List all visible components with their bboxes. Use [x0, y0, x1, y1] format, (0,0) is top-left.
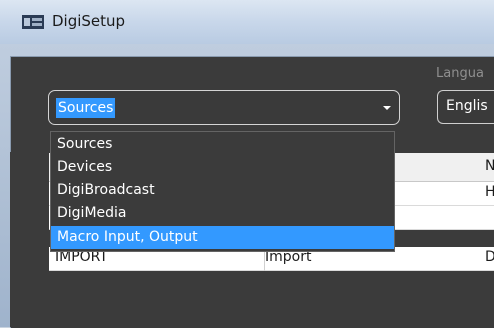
language-select[interactable]: Englis — [437, 90, 494, 124]
title-bar[interactable]: DigiSetup — [0, 0, 494, 44]
view-dropdown-list: Sources Devices DigiBroadcast DigiMedia … — [50, 131, 395, 252]
dropdown-item-digibroadcast[interactable]: DigiBroadcast — [51, 179, 394, 202]
chevron-down-icon[interactable] — [383, 106, 391, 110]
language-label: Langua — [436, 66, 484, 81]
app-icon — [22, 15, 44, 29]
table-cell: D — [485, 249, 494, 265]
dropdown-item-macro-input-output[interactable]: Macro Input, Output — [51, 226, 394, 249]
dropdown-item-devices[interactable]: Devices — [51, 156, 394, 179]
window-title: DigiSetup — [52, 12, 126, 30]
grid-header-cell[interactable]: N — [485, 158, 494, 174]
language-select-value: Englis — [446, 98, 488, 114]
left-panel — [10, 152, 49, 327]
view-select[interactable]: Sources — [48, 90, 400, 125]
view-select-value: Sources — [56, 98, 116, 118]
table-cell: H — [485, 184, 494, 200]
app-window: DigiSetup Langua Englis Sources N H IMPO… — [0, 0, 494, 328]
dropdown-item-digimedia[interactable]: DigiMedia — [51, 202, 394, 225]
dropdown-item-sources[interactable]: Sources — [51, 133, 394, 156]
